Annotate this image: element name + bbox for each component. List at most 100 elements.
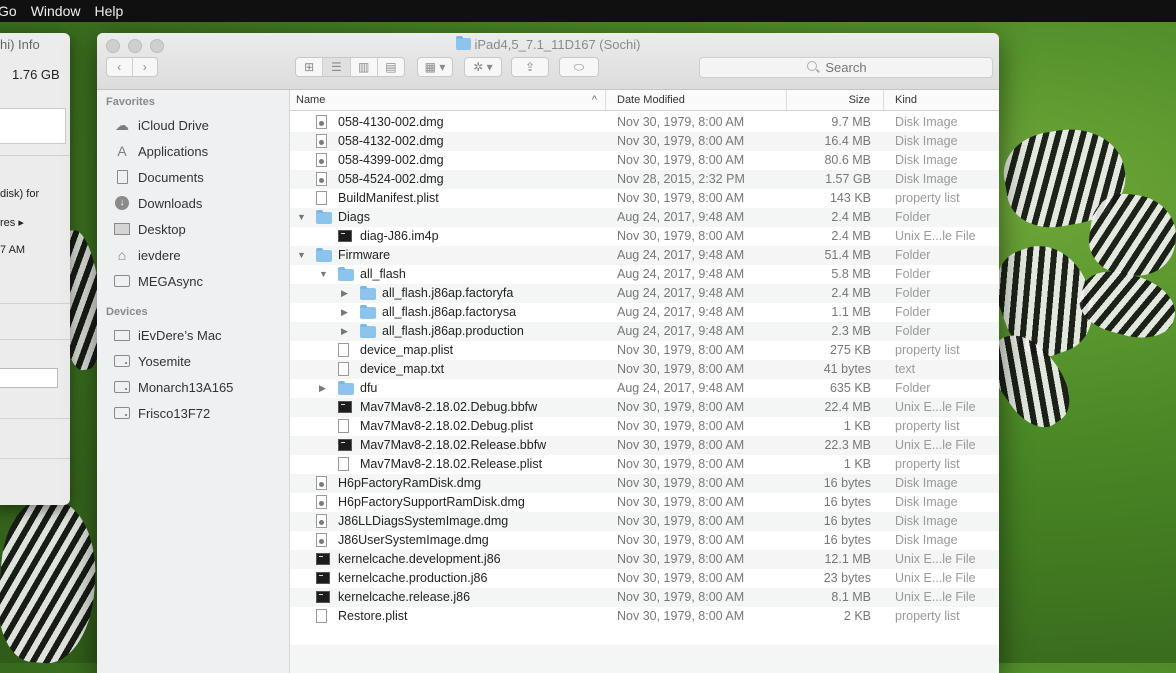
home-icon: ⌂ — [117, 247, 127, 263]
share-button[interactable]: ⇪ — [511, 57, 549, 77]
back-button[interactable]: ‹ — [107, 58, 133, 76]
table-row[interactable]: ▶ dfu Aug 24, 2017, 9:48 AM 635 KB Folder — [290, 379, 999, 398]
arrange-button[interactable]: ▦ ▾ — [417, 57, 453, 77]
sidebar-item-applications[interactable]: A Applications — [113, 140, 208, 162]
table-row[interactable]: Mav7Mav8-2.18.02.Release.bbfw Nov 30, 197… — [290, 436, 999, 455]
sidebar-item-home[interactable]: ⌂ ievdere — [113, 244, 181, 266]
column-header-name[interactable]: Name ^ — [290, 90, 606, 110]
file-date: Aug 24, 2017, 9:48 AM — [617, 267, 745, 281]
table-row[interactable]: H6pFactorySupportRamDisk.dmg Nov 30, 1979… — [290, 493, 999, 512]
disclosure-collapsed-icon[interactable]: ▶ — [341, 322, 348, 341]
table-row[interactable]: 058-4524-002.dmg Nov 28, 2015, 2:32 PM 1.5… — [290, 170, 999, 189]
info-window[interactable]: hi) Info 1.76 GB disk) for res ▸ 7 AM — [0, 33, 70, 505]
file-kind: Folder — [895, 381, 931, 395]
action-button[interactable]: ✲ ▾ — [464, 57, 502, 77]
table-row[interactable]: 058-4399-002.dmg Nov 30, 1979, 8:00 AM 80.… — [290, 151, 999, 170]
table-row[interactable]: ▼ Firmware Aug 24, 2017, 9:48 AM 51.4 MB Fol… — [290, 246, 999, 265]
table-row[interactable]: diag-J86.im4p Nov 30, 1979, 8:00 AM 2.4 MB… — [290, 227, 999, 246]
sidebar-item-yosemite[interactable]: Yosemite — [113, 350, 191, 372]
menu-window[interactable]: Window — [31, 3, 95, 19]
file-date: Aug 24, 2017, 9:48 AM — [617, 324, 745, 338]
info-text-3: 7 AM — [0, 244, 26, 256]
folder-icon — [316, 248, 332, 262]
table-row[interactable]: H6pFactoryRamDisk.dmg Nov 30, 1979, 8:00 … — [290, 474, 999, 493]
table-row[interactable]: kernelcache.production.j86 Nov 30, 1979, … — [290, 569, 999, 588]
disk-image-icon — [316, 115, 327, 129]
table-row[interactable]: J86LLDiagsSystemImage.dmg Nov 30, 1979, 8… — [290, 512, 999, 531]
disclosure-expanded-icon[interactable]: ▼ — [319, 265, 328, 284]
forward-button[interactable]: › — [133, 58, 158, 76]
sidebar-item-icloud-drive[interactable]: ☁ iCloud Drive — [113, 114, 209, 136]
table-row[interactable]: ▶ all_flash.j86ap.factorysa Aug 24, 2017, … — [290, 303, 999, 322]
disclosure-collapsed-icon[interactable]: ▶ — [341, 284, 348, 303]
table-row[interactable]: J86UserSystemImage.dmg Nov 30, 1979, 8:00… — [290, 531, 999, 550]
file-name: Mav7Mav8-2.18.02.Debug.bbfw — [360, 400, 538, 414]
table-row[interactable]: kernelcache.development.j86 Nov 30, 1979,… — [290, 550, 999, 569]
info-size: 1.76 GB — [12, 67, 60, 82]
column-header-size[interactable]: Size — [787, 90, 884, 110]
sidebar-item-documents[interactable]: Documents — [113, 166, 204, 188]
table-row[interactable]: Mav7Mav8-2.18.02.Debug.bbfw Nov 30, 1979,… — [290, 398, 999, 417]
table-row[interactable]: Restore.plist Nov 30, 1979, 8:00 AM 2 KB pr… — [290, 607, 999, 626]
table-row[interactable]: ▼ Diags Aug 24, 2017, 9:48 AM 2.4 MB Folder — [290, 208, 999, 227]
file-name: all_flash — [360, 267, 406, 281]
drive-icon — [113, 354, 131, 368]
downloads-icon: ↓ — [113, 196, 131, 210]
file-date: Nov 28, 2015, 2:32 PM — [617, 172, 745, 186]
file-name: 058-4524-002.dmg — [338, 172, 444, 186]
sidebar-item-monarch[interactable]: Monarch13A165 — [113, 376, 233, 398]
menu-go[interactable]: Go — [0, 3, 31, 19]
table-row[interactable]: ▶ all_flash.j86ap.production Aug 24, 2017,… — [290, 322, 999, 341]
sidebar-item-frisco[interactable]: Frisco13F72 — [113, 402, 210, 424]
table-row[interactable]: 058-4130-002.dmg Nov 30, 1979, 8:00 AM 9.7… — [290, 113, 999, 132]
column-header-kind[interactable]: Kind — [884, 90, 999, 110]
file-name: all_flash.j86ap.factoryfa — [382, 286, 514, 300]
sidebar-item-desktop[interactable]: Desktop — [113, 218, 186, 240]
sidebar-item-label: Applications — [138, 143, 209, 159]
file-size: 16.4 MB — [824, 134, 871, 148]
file-kind: Folder — [895, 267, 931, 281]
column-header: Name ^ Date Modified Size Kind — [290, 90, 999, 111]
file-kind: property list — [895, 457, 960, 471]
file-name: H6pFactorySupportRamDisk.dmg — [338, 495, 525, 509]
info-field[interactable] — [0, 368, 58, 388]
table-row[interactable]: device_map.txt Nov 30, 1979, 8:00 AM 41 by… — [290, 360, 999, 379]
column-header-date[interactable]: Date Modified — [606, 90, 787, 110]
file-kind: Folder — [895, 305, 931, 319]
title-bar[interactable]: iPad4,5_7.1_11D167 (Sochi) ‹ › ⊞ ☰ ▥ ▤ ▦… — [97, 33, 999, 90]
file-kind: Unix E...le File — [895, 571, 976, 585]
table-row[interactable]: ▼ all_flash Aug 24, 2017, 9:48 AM 5.8 MB Fol… — [290, 265, 999, 284]
icon-view-button[interactable]: ⊞ — [296, 58, 324, 76]
disclosure-collapsed-icon[interactable]: ▶ — [319, 379, 326, 398]
divider — [0, 155, 70, 156]
table-row[interactable]: BuildManifest.plist Nov 30, 1979, 8:00 AM… — [290, 189, 999, 208]
disclosure-expanded-icon[interactable]: ▼ — [297, 208, 306, 227]
info-text-2[interactable]: res ▸ — [0, 216, 24, 229]
file-date: Nov 30, 1979, 8:00 AM — [617, 438, 745, 452]
table-row[interactable]: kernelcache.release.j86 Nov 30, 1979, 8:0… — [290, 588, 999, 607]
file-date: Nov 30, 1979, 8:00 AM — [617, 362, 745, 376]
executable-icon — [338, 401, 352, 413]
table-row[interactable]: ▶ all_flash.j86ap.factoryfa Aug 24, 2017, … — [290, 284, 999, 303]
table-row[interactable]: Mav7Mav8-2.18.02.Release.plist Nov 30, 19… — [290, 455, 999, 474]
sidebar-item-downloads[interactable]: ↓ Downloads — [113, 192, 202, 214]
list-view-button[interactable]: ☰ — [323, 58, 351, 76]
disclosure-collapsed-icon[interactable]: ▶ — [341, 303, 348, 322]
file-name: device_map.plist — [360, 343, 454, 357]
menu-help[interactable]: Help — [94, 3, 137, 19]
sidebar-item-megasync[interactable]: MEGAsync — [113, 270, 203, 292]
disclosure-expanded-icon[interactable]: ▼ — [297, 246, 306, 265]
table-row[interactable]: Mav7Mav8-2.18.02.Debug.plist Nov 30, 1979… — [290, 417, 999, 436]
column-view-button[interactable]: ▥ — [351, 58, 378, 76]
search-input[interactable] — [699, 57, 993, 78]
coverflow-view-button[interactable]: ▤ — [378, 58, 404, 76]
folder-icon — [360, 324, 376, 338]
tag-button[interactable]: ⬭ — [559, 57, 599, 77]
sidebar-item-label: MEGAsync — [138, 273, 204, 289]
table-row[interactable]: 058-4132-002.dmg Nov 30, 1979, 8:00 AM 16.… — [290, 132, 999, 151]
sidebar-item-label: iEvDere’s Mac — [138, 327, 222, 343]
file-name: 058-4132-002.dmg — [338, 134, 444, 148]
table-row[interactable]: device_map.plist Nov 30, 1979, 8:00 AM 275… — [290, 341, 999, 360]
sidebar-item-mac[interactable]: iEvDere’s Mac — [113, 324, 222, 346]
info-box — [0, 108, 66, 144]
